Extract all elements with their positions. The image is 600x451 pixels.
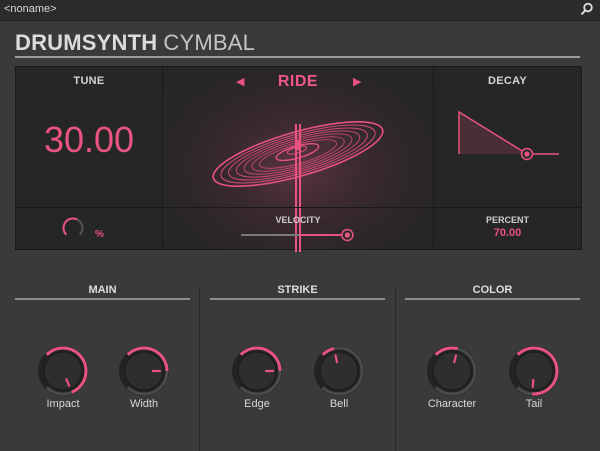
- group-strike-divider: [210, 298, 385, 300]
- panel-divider: [163, 207, 433, 208]
- tune-panel: TUNE 30.00 %: [15, 66, 163, 250]
- preset-name[interactable]: <noname>: [4, 3, 57, 15]
- character-knob-label: Character: [427, 398, 477, 410]
- tune-label: TUNE: [73, 75, 105, 87]
- header-divider: [15, 56, 580, 58]
- decay-label: DECAY: [488, 75, 527, 87]
- panel-divider: [16, 207, 162, 208]
- decay-envelope[interactable]: [456, 107, 561, 167]
- character-knob[interactable]: [426, 345, 478, 397]
- group-separator: [395, 286, 396, 451]
- bell-knob-label: Bell: [329, 398, 349, 410]
- tune-value[interactable]: 30.00: [16, 119, 162, 161]
- cymbal-panel: ◀ RIDE ▶ VELOCITY: [162, 66, 434, 252]
- width-knob[interactable]: [118, 345, 170, 397]
- width-knob-label: Width: [129, 398, 159, 410]
- tune-unit: %: [95, 229, 104, 240]
- percent-label: PERCENT: [485, 215, 529, 225]
- tail-knob-label: Tail: [525, 398, 543, 410]
- search-icon[interactable]: [580, 2, 594, 16]
- preset-bar: <noname>: [0, 0, 600, 21]
- tail-knob[interactable]: [508, 345, 560, 397]
- plugin-title-light: CYMBAL: [163, 30, 256, 55]
- percent-value[interactable]: 70.00: [434, 227, 581, 239]
- bell-knob[interactable]: [313, 345, 365, 397]
- next-arrow-icon[interactable]: ▶: [353, 75, 361, 88]
- cymbal-type-label: RIDE: [277, 73, 319, 90]
- group-color-divider: [405, 298, 580, 300]
- decay-panel: DECAY PERCENT 70.00: [433, 66, 582, 250]
- group-main-divider: [15, 298, 190, 300]
- plugin-title-bold: DRUMSYNTH: [15, 30, 158, 55]
- group-separator: [199, 286, 200, 451]
- edge-knob[interactable]: [231, 345, 283, 397]
- impact-knob-label: Impact: [46, 398, 80, 410]
- impact-knob[interactable]: [37, 345, 89, 397]
- panel-divider: [434, 207, 581, 208]
- tune-dial[interactable]: [60, 215, 86, 241]
- edge-knob-label: Edge: [244, 398, 270, 410]
- cymbal-type-selector: ◀ RIDE ▶: [163, 73, 433, 93]
- velocity-slider[interactable]: [239, 227, 359, 243]
- velocity-label: VELOCITY: [275, 215, 321, 225]
